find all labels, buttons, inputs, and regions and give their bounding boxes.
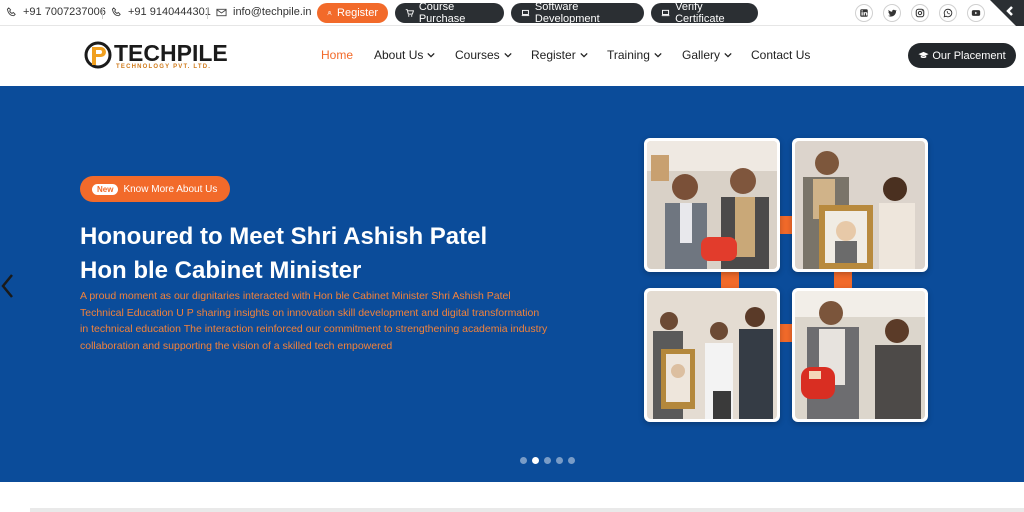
know-more-button[interactable]: New Know More About Us <box>80 176 230 202</box>
chevron-down-icon <box>427 52 436 58</box>
chevron-down-icon <box>504 52 512 58</box>
instagram-icon <box>915 8 925 18</box>
nav-contact-us-label: Contact Us <box>751 48 811 62</box>
chevron-down-icon <box>580 52 588 58</box>
collage-connector <box>721 272 739 288</box>
gallery-photo-3 <box>644 288 780 422</box>
youtube-icon <box>971 10 981 16</box>
phone-contact-1[interactable]: +91 7007237006 <box>6 6 106 18</box>
linkedin-icon <box>860 9 868 17</box>
portrait-presentation-photo-image <box>795 141 925 269</box>
collage-connector <box>834 272 852 288</box>
user-icon <box>327 11 332 16</box>
divider <box>207 7 208 19</box>
email-contact[interactable]: info@techpile.in <box>216 6 311 18</box>
top-contact-bar: +91 7007237006 +91 9140444301 info@techp… <box>0 0 1024 34</box>
our-placement-button[interactable]: Our Placement <box>908 43 1016 68</box>
nav-courses[interactable]: Courses <box>455 48 512 62</box>
course-purchase-label: Course Purchase <box>418 1 466 25</box>
bouquet-greeting-photo-image <box>795 291 925 419</box>
new-badge: New <box>92 183 119 195</box>
logo-subtitle: TECHNOLOGY PVT. LTD. <box>116 64 212 70</box>
our-placement-label: Our Placement <box>932 49 1006 62</box>
nav-gallery[interactable]: Gallery <box>682 48 732 62</box>
section-strip <box>30 508 1024 512</box>
verify-certificate-button[interactable]: Verify Certificate <box>651 1 758 25</box>
meeting-photo-image <box>647 141 777 269</box>
cart-icon <box>405 9 414 17</box>
nav-gallery-label: Gallery <box>682 48 721 62</box>
hero-title: Honoured to Meet Shri Ashish Patel Hon b… <box>80 220 560 288</box>
slider-pagination <box>520 457 580 464</box>
divider <box>102 7 103 19</box>
graduation-cap-icon <box>918 51 929 59</box>
slider-prev-arrow-icon[interactable] <box>0 272 16 300</box>
linkedin-link[interactable] <box>855 4 873 22</box>
gallery-photo-1 <box>644 138 780 272</box>
software-development-label: Software Development <box>534 1 600 25</box>
register-label: Register <box>337 7 378 19</box>
logo-mark-icon <box>84 41 112 69</box>
phone-icon <box>6 6 16 16</box>
register-button[interactable]: Register <box>317 3 388 23</box>
nav-training-label: Training <box>607 48 650 62</box>
chevron-down-icon <box>724 52 732 58</box>
nav-training[interactable]: Training <box>607 48 662 62</box>
youtube-link[interactable] <box>967 4 985 22</box>
hero-description: A proud moment as our dignitaries intera… <box>80 290 548 352</box>
laptop-icon <box>661 9 670 17</box>
slider-dot-2[interactable] <box>532 457 539 464</box>
know-more-label: Know More About Us <box>123 183 218 195</box>
next-section-preview <box>0 482 1024 512</box>
phone-icon <box>111 6 121 16</box>
nav-contact-us[interactable]: Contact Us <box>751 48 810 62</box>
whatsapp-icon <box>943 8 953 18</box>
logo-text: TECHPILE <box>114 40 228 66</box>
techpile-logo[interactable]: TECHPILE TECHNOLOGY PVT. LTD. <box>84 39 244 73</box>
hero-title-line-1: Honoured to Meet Shri Ashish Patel <box>80 223 488 250</box>
software-development-button[interactable]: Software Development <box>511 1 644 25</box>
phone-number-2: +91 9140444301 <box>128 6 211 18</box>
instagram-link[interactable] <box>911 4 929 22</box>
slider-dot-5[interactable] <box>568 457 575 464</box>
laptop-icon <box>521 9 530 17</box>
phone-contact-2[interactable]: +91 9140444301 <box>111 6 211 18</box>
email-address: info@techpile.in <box>233 6 312 18</box>
hero-slider: New Know More About Us Honoured to Meet … <box>0 86 1024 482</box>
twitter-icon <box>888 9 897 17</box>
nav-register-label: Register <box>531 48 576 62</box>
nav-about-us[interactable]: About Us <box>374 48 436 62</box>
nav-about-us-label: About Us <box>374 48 424 62</box>
gallery-photo-2 <box>792 138 928 272</box>
hero-title-line-2: Hon ble Cabinet Minister <box>80 257 362 284</box>
nav-home[interactable]: Home <box>321 48 353 62</box>
chevron-down-icon <box>654 52 662 58</box>
course-purchase-button[interactable]: Course Purchase <box>395 1 504 25</box>
slider-dot-3[interactable] <box>544 457 551 464</box>
gallery-photo-4 <box>792 288 928 422</box>
slider-dot-1[interactable] <box>520 457 527 464</box>
whatsapp-link[interactable] <box>939 4 957 22</box>
slider-dot-4[interactable] <box>556 457 563 464</box>
nav-courses-label: Courses <box>455 48 500 62</box>
phone-number-1: +91 7007237006 <box>23 6 106 18</box>
nav-home-label: Home <box>321 48 354 62</box>
mail-icon <box>216 8 227 16</box>
main-navigation: TECHPILE TECHNOLOGY PVT. LTD. Home About… <box>0 26 1024 86</box>
nav-register[interactable]: Register <box>531 48 588 62</box>
verify-certificate-label: Verify Certificate <box>675 1 725 25</box>
twitter-link[interactable] <box>883 4 901 22</box>
group-portrait-photo-image <box>647 291 777 419</box>
